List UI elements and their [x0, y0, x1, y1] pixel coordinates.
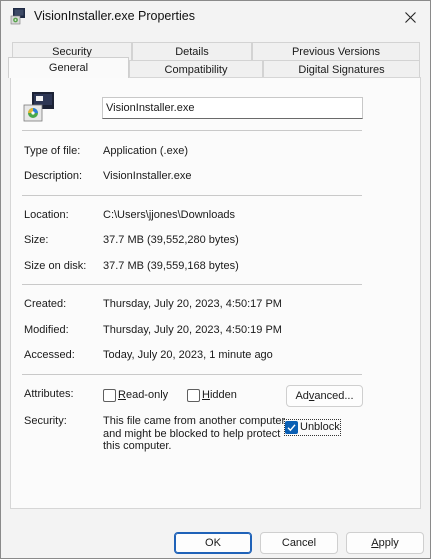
accessed-value: Today, July 20, 2023, 1 minute ago: [103, 349, 273, 361]
hidden-text: idden: [209, 389, 237, 401]
modified-label: Modified:: [24, 324, 69, 336]
title-bar: VisionInstaller.exe Properties: [1, 1, 430, 33]
size-label: Size:: [24, 234, 49, 246]
separator: [22, 374, 362, 375]
read-only-label[interactable]: Read-only: [118, 389, 168, 401]
separator: [22, 130, 362, 131]
created-label: Created:: [24, 298, 67, 310]
location-label: Location:: [24, 209, 69, 221]
separator: [22, 195, 362, 196]
close-button[interactable]: [390, 1, 430, 33]
modified-value: Thursday, July 20, 2023, 4:50:19 PM: [103, 324, 282, 336]
advanced-text-2: anced...: [314, 390, 354, 402]
advanced-button[interactable]: Advanced...: [286, 385, 363, 407]
size-on-disk-label: Size on disk:: [24, 260, 87, 272]
tab-digital-signatures[interactable]: Digital Signatures: [263, 60, 420, 78]
hidden-checkbox[interactable]: [187, 389, 200, 402]
installer-file-icon: [23, 92, 54, 122]
hidden-accelerator: H: [202, 389, 210, 401]
description-label: Description:: [24, 170, 83, 182]
file-name-field[interactable]: VisionInstaller.exe: [102, 97, 363, 119]
window-title: VisionInstaller.exe Properties: [34, 9, 195, 23]
tab-details[interactable]: Details: [132, 42, 252, 60]
advanced-text-1: Ad: [295, 390, 309, 402]
attributes-label: Attributes:: [24, 388, 74, 400]
tab-general[interactable]: General: [8, 57, 129, 78]
apply-text: pply: [378, 537, 399, 549]
location-value: C:\Users\jjones\Downloads: [103, 209, 236, 221]
read-only-accelerator: R: [118, 389, 126, 401]
type-of-file-label: Type of file:: [24, 145, 81, 157]
app-file-icon: [10, 8, 25, 25]
close-icon: [404, 11, 416, 23]
description-value: VisionInstaller.exe: [103, 170, 192, 182]
size-on-disk-value: 37.7 MB (39,559,168 bytes): [103, 260, 239, 272]
apply-accelerator: A: [371, 537, 379, 549]
type-of-file-value: Application (.exe): [103, 145, 188, 157]
hidden-label[interactable]: Hidden: [202, 389, 237, 401]
tab-compatibility[interactable]: Compatibility: [129, 60, 263, 78]
cancel-button[interactable]: Cancel: [260, 532, 338, 554]
tab-previous-versions[interactable]: Previous Versions: [252, 42, 420, 60]
size-value: 37.7 MB (39,552,280 bytes): [103, 234, 239, 246]
accessed-label: Accessed:: [24, 349, 75, 361]
read-only-text: ead-only: [125, 389, 169, 401]
created-value: Thursday, July 20, 2023, 4:50:17 PM: [103, 298, 282, 310]
properties-dialog: VisionInstaller.exe Properties Security …: [0, 0, 431, 559]
unblock-label[interactable]: Unblock: [300, 421, 340, 433]
read-only-checkbox[interactable]: [103, 389, 116, 402]
security-message: This file came from another computer and…: [103, 415, 286, 452]
separator: [22, 284, 362, 285]
ok-button[interactable]: OK: [174, 532, 252, 554]
apply-button[interactable]: Apply: [346, 532, 424, 554]
security-label: Security:: [24, 415, 67, 427]
